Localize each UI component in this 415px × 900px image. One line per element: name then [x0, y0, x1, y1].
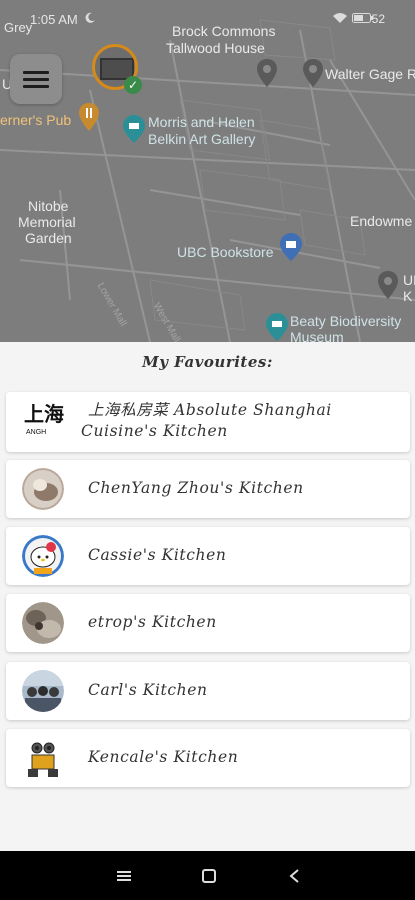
- map-label-morris-2: Belkin Art Gallery: [148, 131, 256, 147]
- map-label-nitobe-1: Nitobe: [28, 198, 69, 214]
- map-label-beaty-2: Museum: [290, 329, 344, 342]
- favourites-title: My Favourites:: [142, 353, 273, 371]
- map-pin-icon[interactable]: [302, 58, 324, 88]
- favourite-name: ChenYang Zhou's Kitchen: [88, 479, 304, 497]
- map-pin-icon[interactable]: [256, 58, 278, 88]
- avatar: [22, 535, 64, 577]
- favourite-name-cn: 上海私房菜: [88, 401, 169, 419]
- nav-back-icon[interactable]: [285, 867, 305, 885]
- favourite-name: Kencale's Kitchen: [88, 748, 239, 766]
- store-pin-icon[interactable]: [279, 232, 303, 262]
- nav-home-icon[interactable]: [199, 867, 219, 885]
- map-label-tallwood: Tallwood House: [166, 40, 265, 56]
- map-label-endowment: Endowme: [350, 213, 413, 229]
- map-label-walter: Walter Gage R: [325, 66, 415, 82]
- map-label-ub-2: K: [403, 288, 413, 304]
- map-label-brock: Brock Commons: [172, 23, 276, 39]
- avatar: [22, 670, 64, 712]
- wifi-icon: [333, 13, 347, 23]
- favourite-name-line2: Cuisine's Kitchen: [81, 422, 228, 440]
- map-view[interactable]: Grey 1:05 AM 52 Brock Commons Tallwood H…: [0, 0, 415, 342]
- status-fragment: Grey: [4, 20, 33, 35]
- favourite-name: Carl's Kitchen: [88, 681, 208, 699]
- nav-recents-icon[interactable]: [114, 867, 134, 885]
- logo-sub: ANGH: [26, 429, 47, 436]
- favourite-name: Cassie's Kitchen: [88, 546, 227, 564]
- moon-icon: [85, 12, 95, 23]
- favourite-item[interactable]: 上海 ANGH 上海私房菜 Absolute Shanghai Cuisine'…: [6, 392, 410, 452]
- avatar: [22, 737, 64, 779]
- avatar: [22, 602, 64, 644]
- favourite-item[interactable]: Carl's Kitchen: [6, 662, 410, 720]
- avatar: [22, 468, 64, 510]
- map-label-pub: erner's Pub: [0, 112, 72, 128]
- logo-text: 上海: [24, 402, 64, 426]
- favourite-item[interactable]: ChenYang Zhou's Kitchen: [6, 460, 410, 518]
- status-time: 1:05 AM: [30, 12, 78, 27]
- check-icon: ✓: [124, 76, 142, 94]
- map-label-morris-1: Morris and Helen: [148, 114, 255, 130]
- menu-button[interactable]: [10, 54, 62, 104]
- favourite-name: etrop's Kitchen: [88, 613, 217, 631]
- map-label-nitobe-3: Garden: [25, 230, 72, 246]
- menu-icon: [23, 67, 49, 92]
- favourite-item[interactable]: Kencale's Kitchen: [6, 729, 410, 787]
- favourites-panel: My Favourites: 上海 ANGH 上海私房菜 Absolute Sh…: [0, 342, 415, 851]
- favourite-item[interactable]: etrop's Kitchen: [6, 594, 410, 652]
- map-label-nitobe-2: Memorial: [18, 214, 76, 230]
- favourite-name-line1: Absolute Shanghai: [174, 401, 332, 419]
- battery-level: 52: [371, 12, 385, 26]
- favourite-name: 上海私房菜 Absolute Shanghai: [88, 400, 332, 421]
- map-label-ub-1: UB: [403, 272, 415, 288]
- map-pin-icon[interactable]: [377, 270, 399, 300]
- map-label-bookstore: UBC Bookstore: [177, 244, 274, 260]
- map-label-beaty-1: Beaty Biodiversity: [290, 313, 402, 329]
- pub-pin-icon[interactable]: [78, 102, 100, 132]
- museum-pin-icon[interactable]: [265, 312, 289, 342]
- system-nav-bar: [0, 851, 415, 900]
- favourite-item[interactable]: Cassie's Kitchen: [6, 527, 410, 585]
- museum-pin-icon[interactable]: [122, 114, 146, 144]
- shanghai-logo: 上海 ANGH: [22, 401, 64, 443]
